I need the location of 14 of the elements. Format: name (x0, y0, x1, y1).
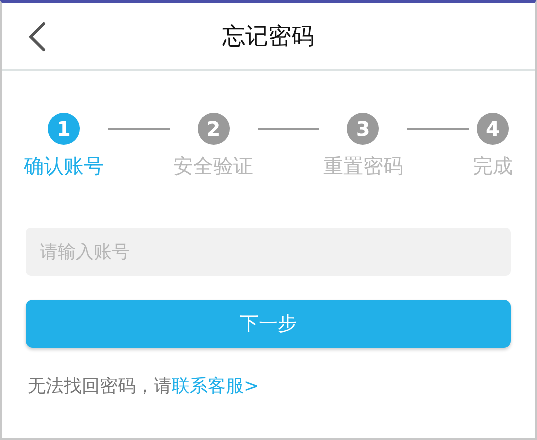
step-number: 3 (347, 113, 380, 145)
step-number: 2 (198, 113, 230, 145)
help-text: 无法找回密码，请 (28, 375, 172, 398)
contact-support-link[interactable]: 联系客服> (172, 374, 260, 398)
step-number: 1 (48, 113, 80, 145)
next-button[interactable]: 下一步 (26, 300, 511, 348)
step-label: 安全验证 (174, 153, 254, 180)
step-number: 4 (477, 113, 510, 145)
step-label: 确认账号 (24, 153, 104, 180)
page-title: 忘记密码 (222, 22, 314, 52)
account-input-field[interactable]: 请输入账号 (26, 228, 511, 276)
step-label: 完成 (473, 153, 514, 180)
step-label: 重置密码 (323, 153, 404, 180)
back-icon[interactable] (26, 22, 48, 52)
